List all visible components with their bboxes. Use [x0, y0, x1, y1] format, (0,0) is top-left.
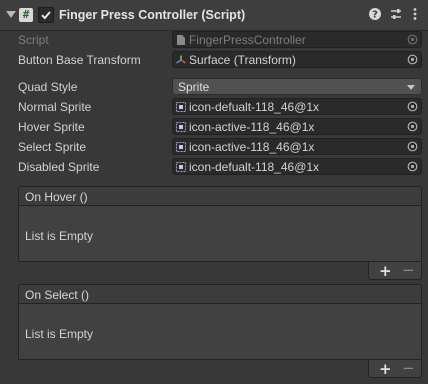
quad-style-dropdown[interactable]: Sprite [172, 78, 422, 95]
add-listener-button[interactable]: + [379, 262, 392, 280]
disabled-sprite-row: Disabled Sprite icon-defualt-118_46@1x [0, 157, 428, 177]
disabled-sprite-label: Disabled Sprite [18, 160, 100, 174]
script-value: FingerPressController [189, 33, 306, 47]
quad-style-value: Sprite [178, 80, 210, 94]
hover-sprite-value: icon-active-118_46@1x [189, 120, 315, 134]
on-select-empty-text: List is Empty [25, 327, 94, 341]
select-sprite-field[interactable]: icon-active-118_46@1x [172, 138, 422, 155]
quad-style-row: Quad Style Sprite [0, 77, 428, 97]
svg-text:?: ? [372, 10, 378, 21]
sprite-icon [176, 162, 186, 172]
normal-sprite-field[interactable]: icon-defualt-118_46@1x [172, 98, 422, 115]
transform-icon [176, 55, 186, 64]
object-picker-icon[interactable] [407, 54, 418, 65]
script-label: Script [18, 33, 49, 47]
normal-sprite-row: Normal Sprite icon-defualt-118_46@1x [0, 97, 428, 117]
on-hover-title: On Hover () [25, 190, 88, 204]
normal-sprite-value: icon-defualt-118_46@1x [189, 100, 320, 114]
presets-icon[interactable] [389, 7, 403, 21]
normal-sprite-label: Normal Sprite [18, 100, 92, 114]
button-base-transform-field[interactable]: Surface (Transform) [172, 51, 422, 68]
button-base-transform-label: Button Base Transform [18, 53, 141, 67]
help-icon[interactable]: ? [368, 7, 382, 21]
hover-sprite-row: Hover Sprite icon-active-118_46@1x [0, 117, 428, 137]
component-header: # Finger Press Controller (Script) ? [0, 0, 428, 31]
select-sprite-label: Select Sprite [18, 140, 87, 154]
sprite-icon [176, 142, 186, 152]
disabled-sprite-value: icon-defualt-118_46@1x [189, 160, 320, 174]
on-hover-footer: + − [368, 261, 422, 280]
script-asset-icon [177, 35, 185, 45]
script-icon: # [19, 8, 33, 22]
chevron-down-icon [407, 85, 415, 90]
object-picker-icon[interactable] [407, 141, 418, 152]
quad-style-label: Quad Style [18, 80, 78, 94]
on-select-list: List is Empty [18, 304, 422, 360]
on-select-header: On Select () [18, 284, 422, 304]
script-row: Script FingerPressController [0, 30, 428, 50]
object-picker-icon[interactable] [407, 161, 418, 172]
on-hover-empty-text: List is Empty [25, 229, 94, 243]
select-sprite-row: Select Sprite icon-active-118_46@1x [0, 137, 428, 157]
object-picker-icon [407, 34, 418, 45]
on-select-title: On Select () [25, 288, 90, 302]
hover-sprite-label: Hover Sprite [18, 120, 85, 134]
on-select-footer: + − [368, 359, 422, 378]
button-base-transform-value: Surface (Transform) [189, 53, 296, 67]
sprite-icon [176, 122, 186, 132]
checkbox-icon [41, 11, 51, 20]
select-sprite-value: icon-active-118_46@1x [189, 140, 315, 154]
add-listener-button[interactable]: + [379, 360, 392, 378]
on-hover-list: List is Empty [18, 206, 422, 262]
enable-checkbox[interactable] [38, 7, 54, 23]
object-picker-icon[interactable] [407, 121, 418, 132]
remove-listener-button[interactable]: − [402, 359, 415, 377]
script-field: FingerPressController [172, 31, 422, 48]
foldout-arrow-icon[interactable] [6, 11, 16, 18]
menu-icon[interactable] [408, 7, 422, 21]
sprite-icon [176, 102, 186, 112]
object-picker-icon[interactable] [407, 101, 418, 112]
on-hover-header: On Hover () [18, 186, 422, 206]
remove-listener-button[interactable]: − [402, 261, 415, 279]
button-base-transform-row: Button Base Transform Surface (Transform… [0, 50, 428, 70]
hover-sprite-field[interactable]: icon-active-118_46@1x [172, 118, 422, 135]
component-title: Finger Press Controller (Script) [59, 8, 246, 22]
disabled-sprite-field[interactable]: icon-defualt-118_46@1x [172, 158, 422, 175]
